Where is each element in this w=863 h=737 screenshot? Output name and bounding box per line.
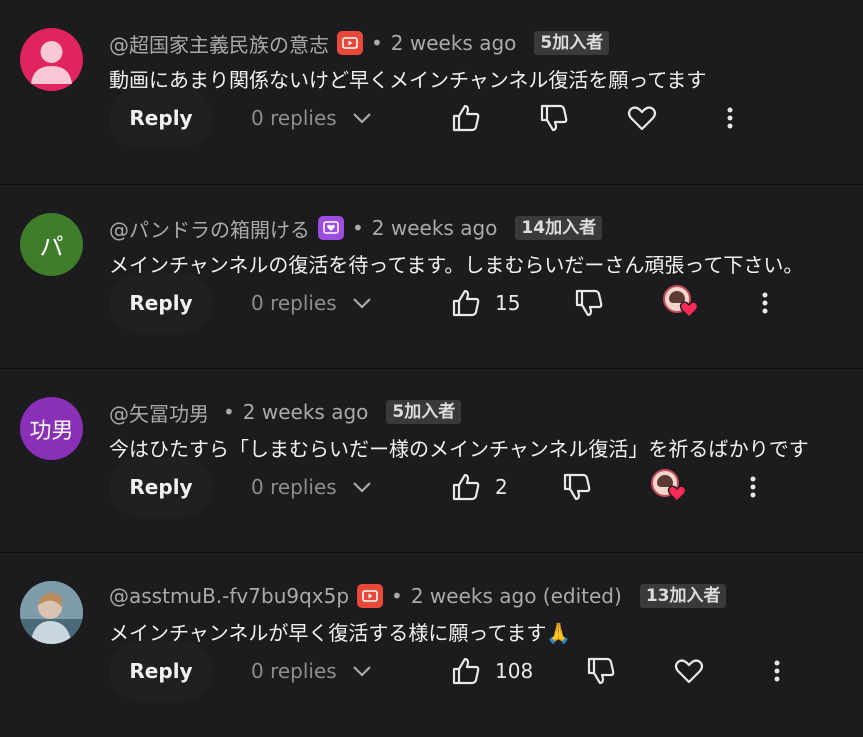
default-person-icon: [31, 41, 72, 84]
replies-toggle[interactable]: 0 replies: [251, 88, 373, 148]
like-count: 2: [495, 475, 508, 499]
member-badge: 13加入者: [639, 584, 727, 608]
author-handle[interactable]: @超国家主義民族の意志: [109, 29, 329, 58]
chevron-down-icon: [352, 113, 371, 124]
thumbs-down-icon[interactable]: [538, 102, 570, 134]
member-badge: 14加入者: [515, 216, 603, 240]
replies-toggle[interactable]: 0 replies: [251, 641, 373, 701]
comment: @超国家主義民族の意志 • 2 weeks ago 5加入者 動画にあまり関係な…: [0, 0, 863, 184]
timestamp[interactable]: 2 weeks ago: [391, 31, 517, 55]
thumbs-down-icon[interactable]: [561, 471, 593, 503]
more-options-icon[interactable]: [714, 102, 746, 134]
thumbs-down-icon[interactable]: [573, 287, 605, 319]
chevron-down-icon: [352, 666, 371, 677]
author-handle[interactable]: @矢冨功男: [109, 398, 209, 427]
avatar[interactable]: 功男: [20, 397, 83, 460]
member-heart-badge-icon: [318, 216, 344, 240]
like-count: 108: [495, 659, 534, 683]
heart-icon[interactable]: [673, 655, 705, 687]
timestamp[interactable]: 2 weeks ago: [372, 216, 498, 240]
comment-meta: @超国家主義民族の意志 • 2 weeks ago 5加入者: [109, 29, 610, 58]
avatar[interactable]: [20, 581, 83, 644]
more-options-icon[interactable]: [737, 471, 769, 503]
avatar[interactable]: パ: [20, 213, 83, 276]
comment: 功男 @矢冨功男 • 2 weeks ago 5加入者 今はひたすら「しまむらい…: [0, 368, 863, 553]
comment-meta: @矢冨功男 • 2 weeks ago 5加入者: [109, 398, 462, 427]
chevron-down-icon: [352, 482, 371, 493]
member-badge: 5加入者: [386, 400, 462, 424]
reply-button[interactable]: Reply: [109, 88, 213, 148]
reply-button[interactable]: Reply: [109, 457, 213, 517]
thumbs-up-icon[interactable]: [450, 287, 482, 319]
replies-count: 0 replies: [251, 106, 337, 130]
member-badge: 5加入者: [534, 31, 610, 55]
timestamp[interactable]: 2 weeks ago: [243, 400, 369, 424]
author-handle[interactable]: @asstmuB.-fv7bu9qx5p: [109, 584, 349, 608]
comment-actions: Reply 0 replies 108: [109, 641, 863, 701]
creator-heart-icon: [663, 285, 699, 321]
replies-toggle[interactable]: 0 replies: [251, 457, 373, 517]
reply-button[interactable]: Reply: [109, 273, 213, 333]
separator-dot: •: [352, 216, 364, 240]
replies-count: 0 replies: [251, 291, 337, 315]
replies-count: 0 replies: [251, 659, 337, 683]
comment-actions: Reply 0 replies 15: [109, 273, 863, 333]
creator-heart-icon: [651, 469, 687, 505]
separator-dot: •: [223, 400, 235, 424]
heart-icon[interactable]: [626, 102, 658, 134]
user-photo-icon: [20, 581, 83, 644]
thumbs-down-icon[interactable]: [585, 655, 617, 687]
reply-button[interactable]: Reply: [109, 641, 213, 701]
comment-meta: @asstmuB.-fv7bu9qx5p • 2 weeks ago (edit…: [109, 583, 727, 609]
replies-count: 0 replies: [251, 475, 337, 499]
like-count: 15: [495, 291, 521, 315]
chevron-down-icon: [352, 298, 371, 309]
separator-dot: •: [391, 584, 403, 608]
comment-actions: Reply 0 replies 2: [109, 457, 863, 517]
comment-meta: @パンドラの箱開ける • 2 weeks ago 14加入者: [109, 214, 603, 243]
more-options-icon[interactable]: [761, 655, 793, 687]
timestamp[interactable]: 2 weeks ago (edited): [411, 584, 622, 608]
author-handle[interactable]: @パンドラの箱開ける: [109, 214, 310, 243]
replies-toggle[interactable]: 0 replies: [251, 273, 373, 333]
separator-dot: •: [371, 31, 383, 55]
comment: パ @パンドラの箱開ける • 2 weeks ago 14加入者 メインチャンネ…: [0, 184, 863, 369]
more-options-icon[interactable]: [749, 287, 781, 319]
avatar[interactable]: [20, 28, 83, 91]
thumbs-up-icon[interactable]: [450, 471, 482, 503]
comment-actions: Reply 0 replies: [109, 88, 863, 148]
youtube-play-icon: [337, 31, 363, 55]
thumbs-up-icon[interactable]: [450, 655, 482, 687]
thumbs-up-icon[interactable]: [450, 102, 482, 134]
youtube-play-icon: [357, 584, 384, 608]
comment: @asstmuB.-fv7bu9qx5p • 2 weeks ago (edit…: [0, 552, 863, 737]
